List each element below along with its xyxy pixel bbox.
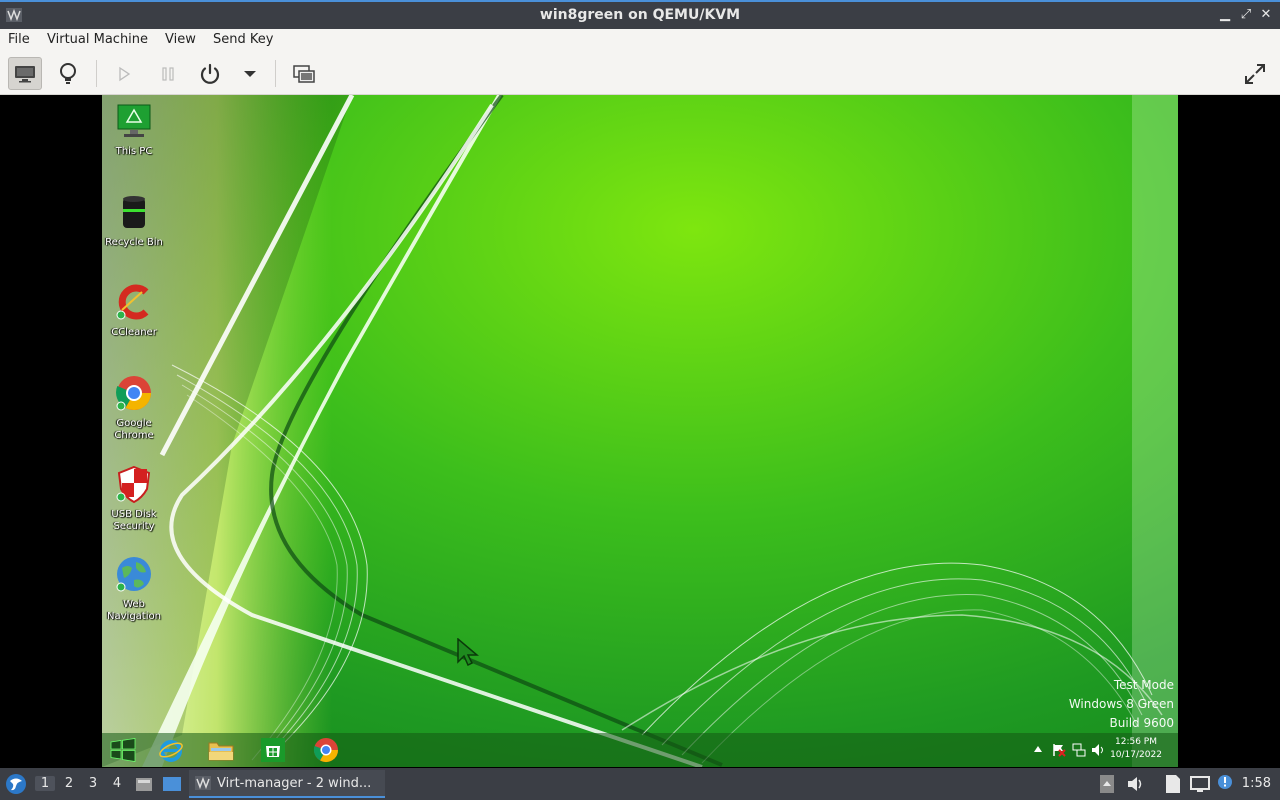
snapshots-icon [293,64,315,83]
console-button[interactable] [8,57,42,90]
notification-icon[interactable] [1217,774,1233,790]
taskbar-virt-manager-label: Virt-manager - 2 wind... [217,776,372,791]
store-icon [261,738,285,762]
pause-icon [162,66,174,81]
desktop-icon-this-pc[interactable]: This PC [104,101,164,158]
menu-file[interactable]: File [8,32,30,47]
chevron-down-icon [244,70,256,77]
menu-send-key[interactable]: Send Key [213,32,273,47]
shutdown-button[interactable] [193,57,227,90]
action-center-flag-icon[interactable] [1052,743,1066,757]
globe-icon [116,557,151,592]
start-button[interactable] [105,735,141,765]
computer-icon [117,104,151,137]
show-desktop-icon[interactable] [162,775,182,793]
taskbar-file-explorer[interactable] [203,735,239,765]
window-titlebar: win8green on QEMU/KVM ▁ ⤢ ✕ [0,0,1280,29]
play-icon [119,66,131,81]
mouse-cursor-icon [457,638,479,666]
volume-icon[interactable] [1091,743,1105,757]
power-icon [200,63,220,84]
recycle-bin-icon [123,196,145,228]
window-title: win8green on QEMU/KVM [539,7,741,23]
display-icon[interactable] [1190,775,1210,793]
clipboard-icon[interactable] [1099,774,1115,794]
shield-icon [116,465,151,504]
desktop-icon-web-navigation[interactable]: Web Navigation [104,554,164,623]
panel-clock[interactable]: 1:58 [1242,776,1271,791]
minimize-button[interactable]: ▁ [1218,7,1232,23]
close-button[interactable]: ✕ [1259,7,1273,23]
desktop-icon-recycle-bin[interactable]: Recycle Bin [104,192,164,249]
lightbulb-icon [60,62,76,84]
chrome-icon [313,738,338,763]
monitor-icon [15,65,35,82]
run-button[interactable] [107,57,141,90]
internet-explorer-icon [159,740,183,762]
notes-icon[interactable] [1164,774,1182,794]
chrome-icon [116,376,151,411]
guest-taskbar: 12:56 PM 10/17/2022 [102,733,1178,767]
fullscreen-button[interactable] [1238,57,1272,90]
guest-display[interactable]: This PC Recycle Bin CCleaner Google Chro… [102,95,1178,767]
folder-icon [208,742,234,761]
workspace-4[interactable]: 4 [107,776,127,791]
host-panel: 1 2 3 4 Virt-manager - 2 wind... 1:58 [0,768,1280,800]
toolbar [0,52,1280,95]
desktop-icon-google-chrome[interactable]: Google Chrome [104,373,164,442]
maximize-button[interactable]: ⤢ [1239,7,1253,23]
workspace-3[interactable]: 3 [83,776,103,791]
menu-view[interactable]: View [165,32,196,47]
guest-clock[interactable]: 12:56 PM 10/17/2022 [1106,736,1166,762]
shutdown-menu-button[interactable] [233,57,267,90]
taskbar-chrome[interactable] [308,735,344,765]
virt-manager-icon [195,776,211,790]
snapshots-button[interactable] [287,57,321,90]
desktop-icon-ccleaner[interactable]: CCleaner [104,282,164,339]
details-button[interactable] [51,57,85,90]
taskbar-store[interactable] [255,735,291,765]
fullscreen-icon [1245,63,1265,84]
ccleaner-icon [116,284,149,320]
pause-button[interactable] [151,57,185,90]
test-mode-watermark: Test Mode Windows 8 Green Build 9600 [1068,678,1174,730]
network-icon[interactable] [1072,743,1086,757]
application-menu-icon[interactable] [5,773,27,795]
taskbar-virt-manager[interactable]: Virt-manager - 2 wind... [189,770,385,798]
volume-icon[interactable] [1127,775,1145,793]
workspace-2[interactable]: 2 [59,776,79,791]
menu-virtual-machine[interactable]: Virtual Machine [47,32,148,47]
menu-bar: File Virtual Machine View Send Key [0,29,1280,52]
file-manager-icon[interactable] [135,775,153,793]
taskbar-internet-explorer[interactable] [153,735,189,765]
desktop-wallpaper [102,95,1178,767]
tray-expand-icon[interactable] [1034,746,1042,752]
desktop-icon-usb-disk-security[interactable]: USB Disk Security [104,464,164,533]
windows-logo-icon [110,738,136,762]
workspace-1[interactable]: 1 [35,776,55,791]
